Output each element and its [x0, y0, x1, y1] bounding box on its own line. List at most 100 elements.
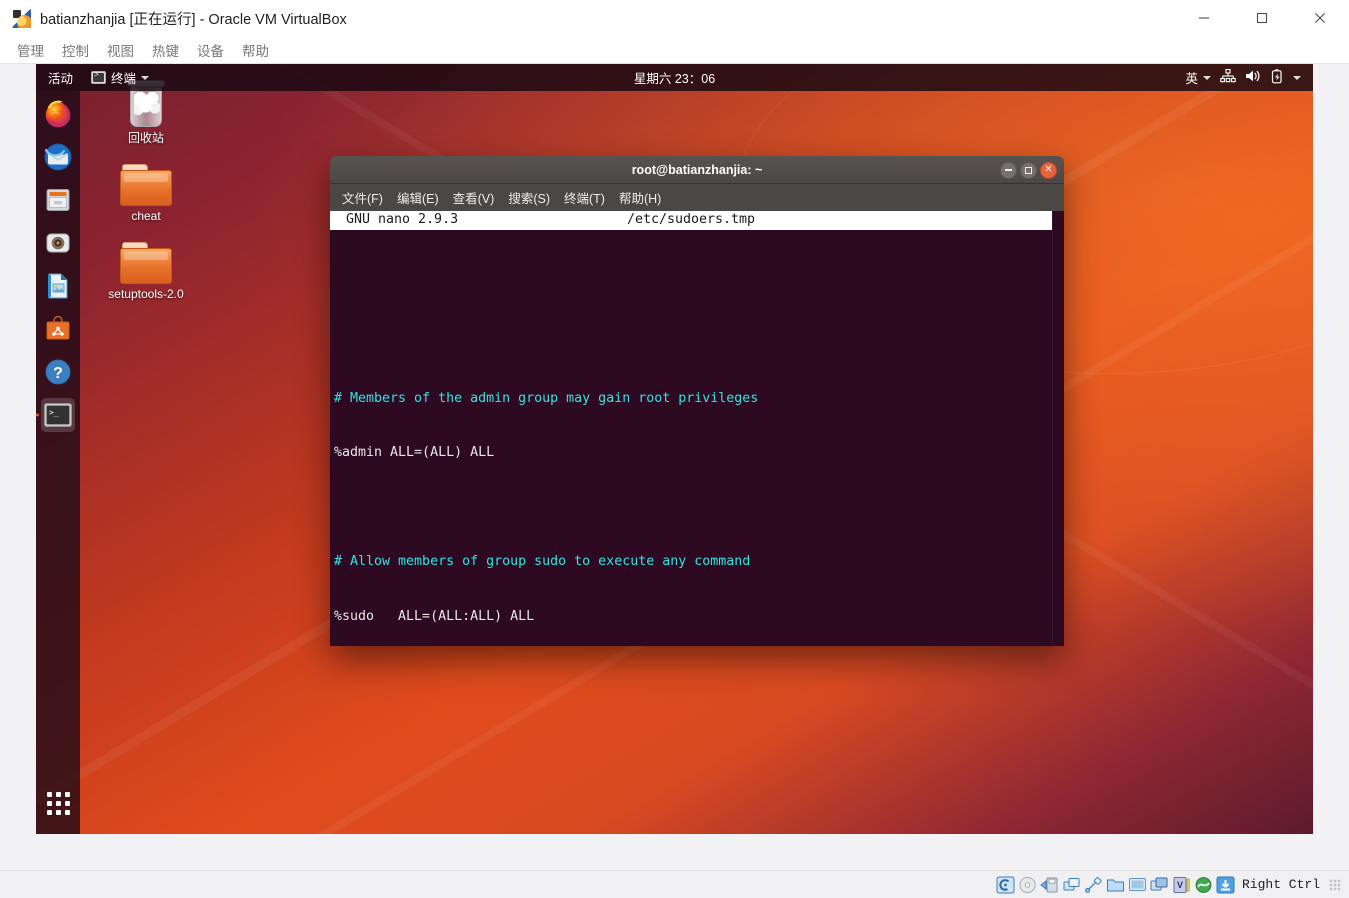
network-icon[interactable]: [1062, 876, 1081, 894]
software-store-icon: [46, 315, 70, 340]
panel-status-area[interactable]: 英: [1185, 68, 1313, 87]
network-icon: [1220, 68, 1236, 86]
dock-item-help[interactable]: ?: [41, 355, 75, 389]
help-icon: ?: [45, 359, 71, 385]
app-menu-label: 终端: [111, 72, 137, 86]
folder-icon: [100, 232, 192, 284]
nano-filename: /etc/sudoers.tmp: [626, 212, 756, 228]
gnome-top-panel: 活动 终端 星期六 23：06 英: [36, 64, 1313, 91]
minimize-icon[interactable]: [1000, 161, 1017, 179]
terminal-titlebar[interactable]: root@batianzhanjia: ~ ✕: [330, 156, 1064, 184]
guest-screen[interactable]: 活动 终端 星期六 23：06 英: [36, 64, 1313, 834]
menu-view[interactable]: 视图: [98, 37, 143, 63]
terminal-title: root@batianzhanjia: ~: [631, 162, 763, 177]
file-manager-icon: [46, 189, 70, 211]
close-icon[interactable]: [1291, 0, 1349, 36]
editor-line: %admin ALL=(ALL) ALL: [334, 445, 495, 461]
usb-icon[interactable]: [1084, 876, 1103, 894]
close-icon[interactable]: ✕: [1040, 161, 1057, 179]
desktop-icon-setuptools[interactable]: setuptools-2.0: [100, 232, 192, 301]
harddisk-icon[interactable]: [996, 876, 1015, 894]
terminal-menu-edit[interactable]: 编辑(E): [391, 186, 445, 209]
ubuntu-dock: ? >_: [36, 91, 80, 834]
battery-icon: [1270, 68, 1284, 87]
terminal-window[interactable]: root@batianzhanjia: ~ ✕ 文件(F) 编辑(E) 查看(V…: [330, 156, 1064, 646]
dock-item-ubuntu-software[interactable]: [41, 312, 75, 346]
menu-devices[interactable]: 设备: [188, 37, 233, 63]
dock-item-thunderbird[interactable]: [41, 140, 75, 174]
nano-editor[interactable]: GNU nano 2.9.3 /etc/sudoers.tmp # Member…: [330, 211, 1052, 646]
menu-control[interactable]: 控制: [53, 37, 98, 63]
svg-text:?: ?: [53, 365, 63, 382]
nano-title-bar: GNU nano 2.9.3 /etc/sudoers.tmp: [330, 211, 1052, 230]
terminal-menu-search[interactable]: 搜索(S): [502, 186, 556, 209]
terminal-menu-help[interactable]: 帮助(H): [613, 186, 667, 209]
show-applications-icon[interactable]: [41, 786, 75, 820]
virtualization-icon[interactable]: V: [1172, 876, 1191, 894]
window-title: batianzhanjia [正在运行] - Oracle VM Virtual…: [40, 11, 347, 28]
terminal-icon: >_: [44, 403, 72, 427]
svg-text:V: V: [1177, 880, 1183, 890]
chevron-down-icon[interactable]: [1293, 75, 1301, 80]
optical-disk-icon[interactable]: [1018, 876, 1037, 894]
volume-icon: [1245, 69, 1261, 86]
dock-item-firefox[interactable]: [41, 97, 75, 131]
ime-indicator[interactable]: 英: [1185, 68, 1211, 87]
titlebar-left-group: batianzhanjia [正在运行] - Oracle VM Virtual…: [0, 8, 347, 29]
activities-button[interactable]: 活动: [36, 68, 83, 87]
svg-text:>_: >_: [49, 408, 59, 417]
virtualbox-statusbar: V Right Ctrl: [0, 870, 1349, 898]
shared-folders-icon[interactable]: [1106, 876, 1125, 894]
terminal-window-controls: ✕: [1000, 156, 1057, 184]
dock-item-rhythmbox[interactable]: [41, 226, 75, 260]
terminal-menubar: 文件(F) 编辑(E) 查看(V) 搜索(S) 终端(T) 帮助(H): [330, 184, 1064, 211]
display-icon[interactable]: [1128, 876, 1147, 894]
editor-line: # Allow members of group sudo to execute…: [334, 554, 751, 570]
chevron-down-icon: [1203, 75, 1211, 80]
mouse-capture-icon[interactable]: [1216, 876, 1235, 894]
floppy-icon[interactable]: [1040, 876, 1059, 894]
terminal-body[interactable]: GNU nano 2.9.3 /etc/sudoers.tmp # Member…: [330, 211, 1064, 646]
chevron-down-icon: [141, 75, 150, 80]
editor-line: %sudo ALL=(ALL:ALL) ALL: [334, 608, 535, 624]
recording-icon[interactable]: [1150, 876, 1169, 894]
desktop-icon-label: 回收站: [127, 131, 164, 145]
menu-hotkeys[interactable]: 热键: [143, 37, 188, 63]
mail-icon: [44, 143, 72, 171]
ubuntu-desktop[interactable]: 活动 终端 星期六 23：06 英: [36, 64, 1313, 834]
menu-help[interactable]: 帮助: [233, 37, 278, 63]
terminal-menu-terminal[interactable]: 终端(T): [558, 186, 611, 209]
terminal-menu-file[interactable]: 文件(F): [336, 186, 389, 209]
menu-manage[interactable]: 管理: [8, 37, 53, 63]
cpu-load-icon[interactable]: [1194, 876, 1213, 894]
guest-screen-area: 活动 终端 星期六 23：06 英: [0, 64, 1349, 870]
maximize-icon[interactable]: [1233, 0, 1291, 36]
desktop-icon-label: setuptools-2.0: [108, 287, 184, 301]
editor-line: # Members of the admin group may gain ro…: [334, 390, 759, 406]
panel-clock[interactable]: 星期六 23：06: [36, 68, 1313, 87]
resize-grip[interactable]: [1329, 878, 1341, 891]
nano-version: GNU nano 2.9.3: [346, 212, 459, 228]
dock-item-terminal[interactable]: >_: [41, 398, 75, 432]
desktop-icon-cheat[interactable]: cheat: [100, 154, 192, 223]
virtualbox-titlebar: batianzhanjia [正在运行] - Oracle VM Virtual…: [0, 0, 1349, 36]
nano-text-area[interactable]: # Members of the admin group may gain ro…: [330, 230, 1052, 646]
firefox-icon: [45, 100, 71, 128]
terminal-menu-view[interactable]: 查看(V): [447, 186, 501, 209]
document-icon: [48, 273, 68, 299]
virtualbox-icon: [12, 8, 31, 28]
terminal-scrollbar[interactable]: [1052, 211, 1064, 646]
dock-item-files[interactable]: [41, 183, 75, 217]
host-key-label: Right Ctrl: [1241, 877, 1320, 892]
ime-label: 英: [1185, 72, 1198, 86]
window-controls: [1175, 0, 1349, 36]
app-menu-button[interactable]: 终端: [83, 68, 157, 87]
virtualbox-menubar: 管理 控制 视图 热键 设备 帮助: [0, 36, 1349, 64]
maximize-icon[interactable]: [1020, 161, 1037, 179]
minimize-icon[interactable]: [1175, 0, 1233, 36]
dock-item-libreoffice-writer[interactable]: [41, 269, 75, 303]
virtualbox-window: batianzhanjia [正在运行] - Oracle VM Virtual…: [0, 0, 1349, 898]
